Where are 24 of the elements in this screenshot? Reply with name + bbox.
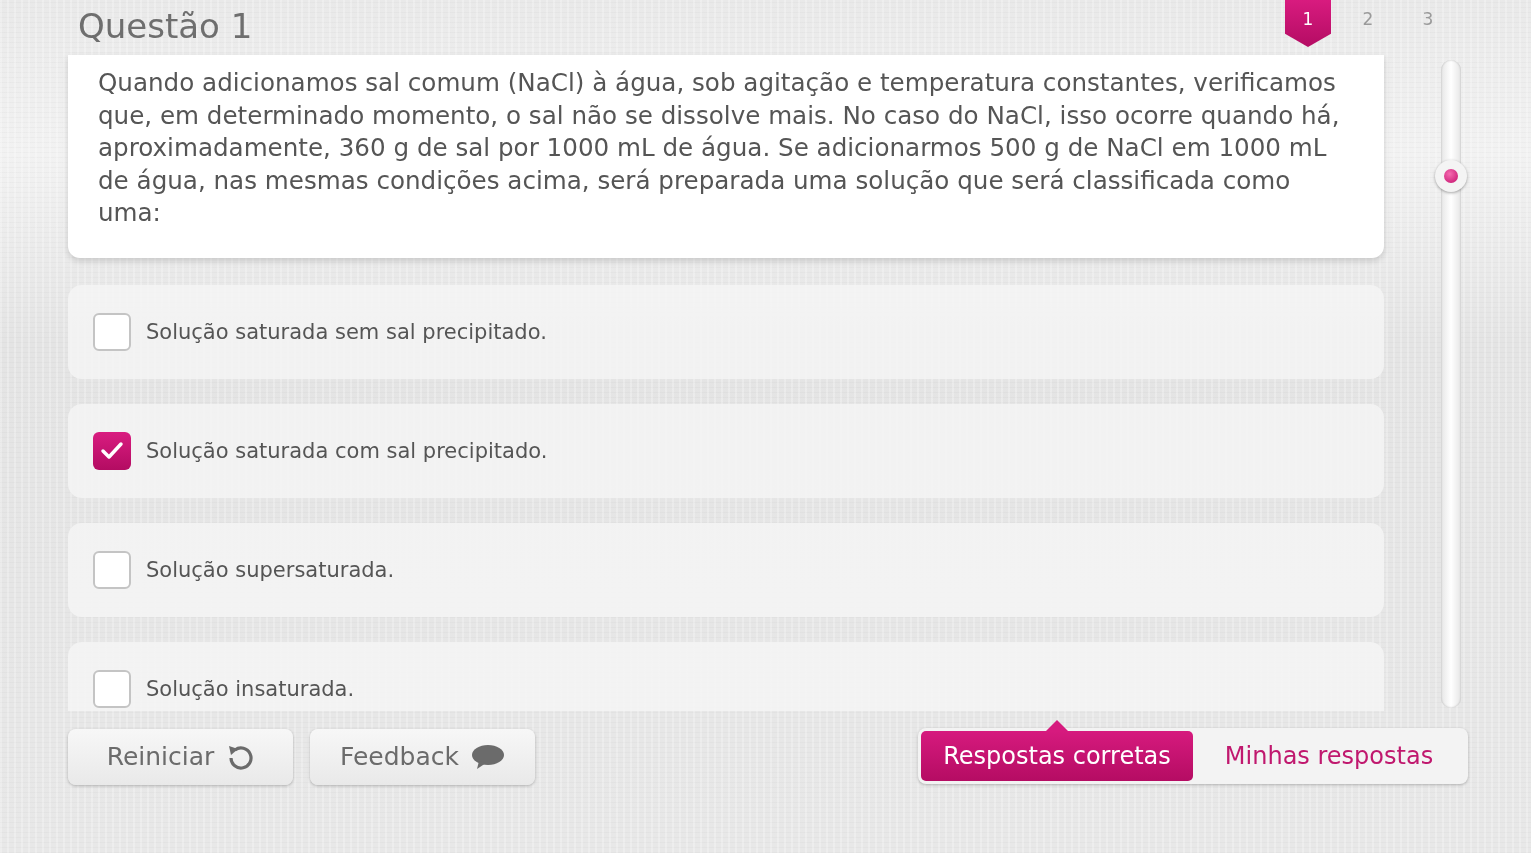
checkbox[interactable] [93,550,131,589]
page-tab[interactable]: 1 [1285,0,1331,47]
selection-pointer [1045,719,1069,732]
answer-option[interactable]: Solução supersaturada. [68,522,1384,617]
answer-option[interactable]: Solução saturada com sal precipitado. [68,403,1384,498]
option-label: Solução saturada com sal precipitado. [146,438,548,463]
check-icon [100,440,124,461]
view-button[interactable]: Minhas respostas [1193,730,1465,781]
checkbox[interactable] [93,431,131,470]
scrollbar-track[interactable] [1441,60,1461,708]
option-label: Solução insaturada. [146,676,355,701]
scroll-thumb[interactable] [1435,160,1467,192]
question-title: Questão 1 [78,6,253,46]
option-label: Solução saturada sem sal precipitado. [146,319,547,344]
option-label: Solução supersaturada. [146,557,395,582]
feedback-button[interactable]: Feedback [310,728,535,785]
answer-option[interactable]: Solução saturada sem sal precipitado. [68,284,1384,379]
restart-button[interactable]: Reiniciar [68,728,293,785]
question-text: Quando adicionamos sal comum (NaCl) à água, sob agitação e temperatura constantes, verificamos que, em determinado momento, o sal não se dissolve mais. No caso do NaCl, isso ocorre quando há, aproximadamente, 360 g de sal por 1000 mL de água. Se adicionarmos 500 g de NaCl em 1000 mL de água, nas mesmas condições acima, será preparada uma solução que será classificada como uma: [68,55,1384,258]
checkbox[interactable] [93,312,131,351]
speech-bubble-icon [471,743,506,770]
restart-icon [226,743,255,770]
answer-option[interactable]: Solução insaturada. [68,641,1384,711]
checkbox[interactable] [93,669,131,708]
